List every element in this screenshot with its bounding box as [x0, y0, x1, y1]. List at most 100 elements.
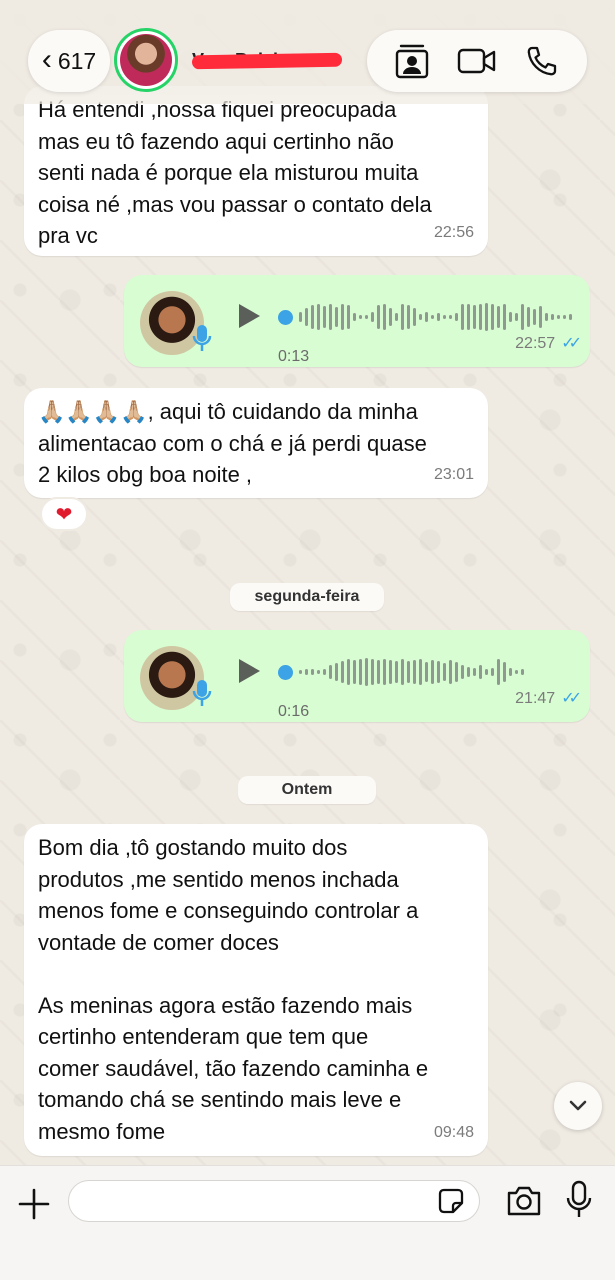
waveform-bar — [479, 665, 482, 679]
waveform-bar — [461, 304, 464, 330]
waveform-bar — [455, 313, 458, 321]
message-text: Há entendi ,nossa fiquei preocupada mas … — [38, 97, 432, 248]
waveform-bar — [533, 309, 536, 325]
contact-card-icon — [395, 44, 428, 79]
waveform-bar — [551, 314, 554, 320]
waveform-bar — [413, 308, 416, 326]
waveform-bar — [401, 304, 404, 330]
waveform-bar — [419, 314, 422, 320]
message-incoming[interactable]: Bom dia ,tô gostando muito dos produtos … — [24, 824, 488, 1156]
sticker-icon[interactable] — [436, 1186, 466, 1216]
voice-message-outgoing[interactable]: 0:13 22:57 ✓✓ — [124, 275, 590, 367]
waveform-bar — [437, 661, 440, 683]
waveform-bar — [383, 659, 386, 685]
message-time: 21:47 ✓✓ — [515, 683, 582, 715]
waveform-bar — [539, 306, 542, 328]
waveform-bar — [359, 315, 362, 319]
waveform-bar — [377, 660, 380, 684]
contact-name[interactable]: Vera Baleira — [192, 50, 342, 72]
waveform-bar — [305, 669, 308, 675]
waveform-bar — [365, 315, 368, 319]
message-incoming[interactable]: Há entendi ,nossa fiquei preocupada mas … — [24, 86, 488, 256]
waveform-bar — [401, 659, 404, 685]
waveform-bar — [479, 304, 482, 330]
waveform-bar — [341, 661, 344, 683]
waveform-bar — [521, 304, 524, 330]
waveform-bar — [485, 303, 488, 331]
camera-icon[interactable] — [505, 1184, 543, 1218]
waveform-bar — [425, 312, 428, 322]
waveform-bar — [449, 660, 452, 684]
message-text: 🙏🏼🙏🏼🙏🏼🙏🏼, aqui tô cuidando da minha alim… — [38, 399, 427, 487]
waveform-bar — [419, 659, 422, 685]
waveform-bar — [425, 662, 428, 682]
waveform-bar — [509, 312, 512, 322]
redaction-mark — [192, 52, 342, 70]
waveform-bar — [347, 305, 350, 329]
waveform-bar — [407, 661, 410, 683]
waveform-bar — [473, 305, 476, 329]
waveform-bar — [437, 313, 440, 321]
waveform-bar — [431, 315, 434, 319]
waveform-bar — [299, 312, 302, 322]
playhead[interactable] — [278, 664, 293, 680]
waveform-bar — [491, 304, 494, 330]
contact-avatar[interactable] — [114, 28, 178, 92]
heart-reaction[interactable]: ❤ — [40, 497, 88, 531]
waveform-bar — [509, 668, 512, 676]
date-separator: Ontem — [238, 776, 376, 804]
waveform-bar — [557, 315, 560, 319]
video-call-button[interactable] — [455, 39, 499, 83]
waveform-bar — [485, 669, 488, 675]
waveform-bar — [443, 315, 446, 319]
waveform-bar — [515, 313, 518, 321]
waveform-bar — [305, 308, 308, 326]
waveform-bar — [569, 314, 572, 320]
waveform-bar — [491, 668, 494, 676]
waveform-bar — [329, 304, 332, 330]
waveform-bar — [503, 662, 506, 682]
play-icon[interactable] — [236, 656, 262, 686]
waveform-bar — [323, 306, 326, 328]
voice-call-button[interactable] — [520, 39, 564, 83]
message-text: Bom dia ,tô gostando muito dos produtos … — [38, 835, 429, 1144]
chevron-left-icon: ‹ — [41, 43, 52, 76]
plus-icon[interactable] — [14, 1184, 54, 1224]
back-button[interactable]: ‹ 617 — [28, 30, 110, 92]
playhead[interactable] — [278, 309, 293, 325]
waveform-bar — [503, 304, 506, 330]
waveform-bar — [371, 659, 374, 685]
audio-duration: 0:16 — [278, 703, 310, 720]
waveform-bar — [449, 315, 452, 319]
message-input[interactable] — [68, 1180, 480, 1222]
waveform-bar — [311, 305, 314, 329]
waveform-bar — [545, 313, 548, 321]
voice-message-outgoing[interactable]: 0:16 21:47 ✓✓ — [124, 630, 590, 722]
call-actions — [367, 30, 587, 92]
waveform-bar — [311, 669, 314, 675]
waveform-bar — [353, 313, 356, 321]
waveform-bar — [413, 660, 416, 684]
microphone-icon — [192, 325, 212, 351]
waveform-bar — [461, 665, 464, 679]
waveform-bar — [563, 315, 566, 319]
contact-card-button[interactable] — [390, 39, 434, 83]
message-composer — [0, 1165, 615, 1280]
waveform-bar — [371, 312, 374, 322]
microphone-icon[interactable] — [566, 1180, 592, 1220]
waveform-bar — [317, 670, 320, 674]
waveform-bar — [521, 669, 524, 675]
waveform-bar — [443, 663, 446, 681]
date-separator: segunda-feira — [230, 583, 384, 611]
waveform-bar — [335, 307, 338, 327]
scroll-to-bottom-button[interactable] — [554, 1082, 602, 1130]
message-time: 23:01 — [433, 465, 474, 483]
message-incoming[interactable]: 🙏🏼🙏🏼🙏🏼🙏🏼, aqui tô cuidando da minha alim… — [24, 388, 488, 498]
waveform-bar — [431, 660, 434, 684]
play-icon[interactable] — [236, 301, 262, 331]
avatar — [120, 34, 172, 86]
audio-duration: 0:13 — [278, 348, 310, 365]
chevron-down-icon — [569, 1100, 587, 1111]
waveform-bar — [389, 660, 392, 684]
audio-waveform[interactable] — [278, 656, 524, 688]
